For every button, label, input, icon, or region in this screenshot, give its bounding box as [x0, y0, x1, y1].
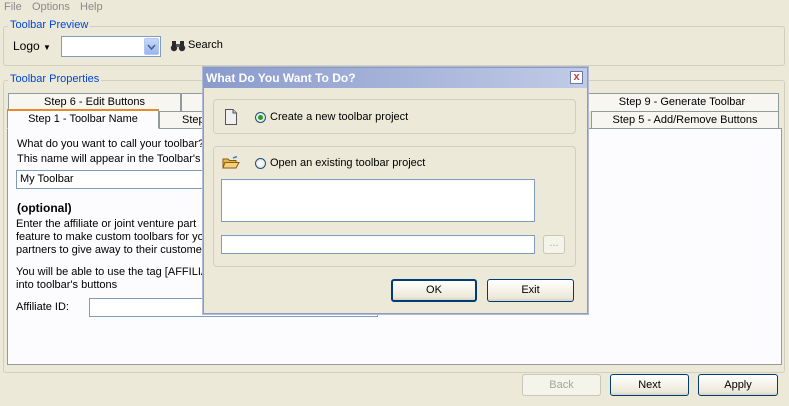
recent-projects-list[interactable] [221, 179, 535, 222]
back-button[interactable]: Back [522, 374, 601, 396]
affiliate-description-line-3: partners to give away to their custome [16, 244, 202, 256]
toolbar-name-input[interactable]: My Toolbar [16, 170, 206, 189]
toolbar-properties-title: Toolbar Properties [8, 73, 102, 85]
toolbar-name-question: What do you want to call your toolbar? [17, 138, 205, 150]
dropdown-arrow-icon: ▼ [43, 43, 51, 52]
exit-button[interactable]: Exit [487, 279, 574, 302]
browse-button[interactable]: ... [543, 235, 565, 254]
toolbar-preview-title: Toolbar Preview [8, 19, 91, 31]
toolbar-name-note: This name will appear in the Toolbar's i… [17, 153, 213, 165]
tag-description-line-2: into toolbar's buttons [16, 279, 118, 291]
close-icon[interactable]: x [570, 71, 583, 84]
affiliate-id-label: Affiliate ID: [16, 301, 69, 313]
menu-file[interactable]: File [4, 1, 22, 13]
radio-selected-dot [258, 115, 263, 120]
combo-dropdown-button[interactable] [144, 38, 159, 55]
logo-combo[interactable] [61, 36, 161, 57]
tag-description-line-1: You will be able to use the tag [AFFILIA [16, 266, 209, 278]
tab-step-2[interactable]: Step [159, 111, 205, 128]
create-new-label[interactable]: Create a new toolbar project [270, 111, 408, 123]
create-new-radio[interactable] [255, 112, 266, 123]
dialog-title: What Do You Want To Do? [206, 71, 356, 85]
what-to-do-dialog: What Do You Want To Do? x Create a new t… [203, 67, 588, 314]
tab-step-5[interactable]: Step 5 - Add/Remove Buttons [591, 111, 779, 128]
chevron-down-icon [147, 43, 156, 50]
open-existing-label[interactable]: Open an existing toolbar project [270, 157, 425, 169]
binoculars-icon [170, 41, 186, 52]
logo-label: Logo [13, 39, 40, 53]
project-path-input[interactable] [221, 235, 535, 254]
affiliate-description-line-1: Enter the affiliate or joint venture par… [16, 218, 197, 230]
menu-help[interactable]: Help [80, 1, 103, 13]
ok-button[interactable]: OK [391, 279, 477, 302]
next-button[interactable]: Next [610, 374, 689, 396]
search-label: Search [188, 39, 223, 51]
dialog-title-bar[interactable]: What Do You Want To Do? x [204, 68, 587, 88]
tab-step-7[interactable] [181, 93, 205, 111]
open-folder-icon [222, 156, 240, 169]
menu-options[interactable]: Options [32, 1, 70, 13]
tab-step-1[interactable]: Step 1 - Toolbar Name [7, 109, 159, 129]
open-existing-radio[interactable] [255, 158, 266, 169]
optional-heading: (optional) [17, 201, 72, 215]
logo-menu-button[interactable]: Logo ▼ [13, 39, 51, 53]
tab-step-9[interactable]: Step 9 - Generate Toolbar [585, 93, 779, 111]
affiliate-description-line-2: feature to make custom toolbars for yo [16, 231, 204, 243]
document-icon [225, 109, 237, 125]
menubar: File Options Help [0, 0, 789, 15]
apply-button[interactable]: Apply [698, 374, 778, 396]
